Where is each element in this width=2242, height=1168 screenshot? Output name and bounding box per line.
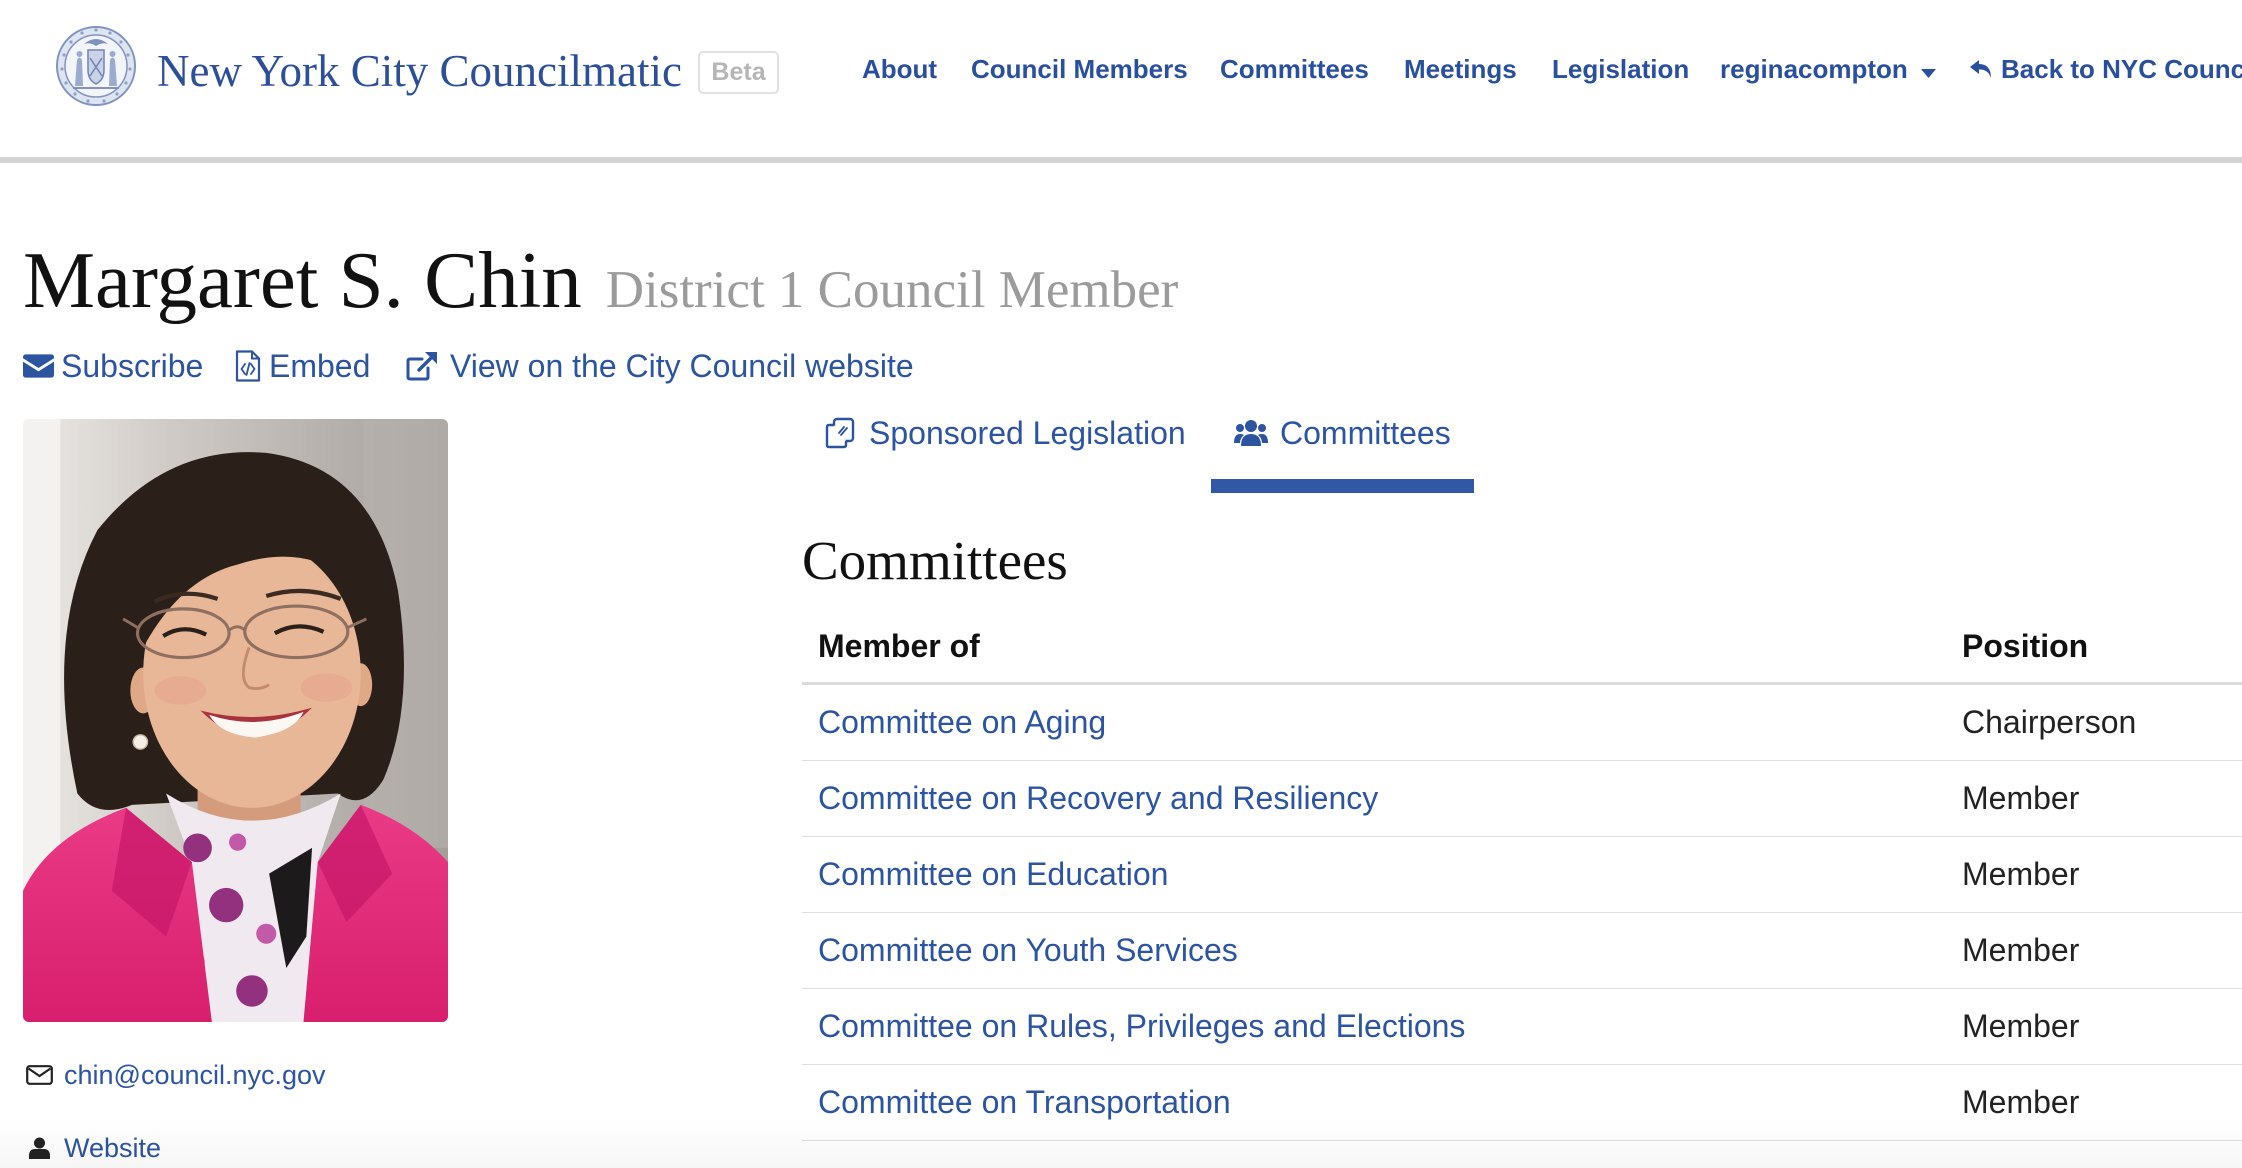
nav-user-name: reginacompton bbox=[1720, 54, 1908, 84]
copy-icon bbox=[825, 417, 855, 449]
active-tab-indicator bbox=[1211, 479, 1474, 493]
tab-sponsored-legislation-label: Sponsored Legislation bbox=[869, 414, 1186, 451]
member-email: chin@council.nyc.gov bbox=[64, 1059, 326, 1090]
table-header: Member of Position bbox=[802, 610, 2242, 685]
committee-position: Chairperson bbox=[1962, 704, 2137, 740]
nav-back-label: Back to NYC Counci bbox=[2001, 54, 2242, 84]
committee-link[interactable]: Committee on Recovery and Resiliency bbox=[818, 780, 1378, 816]
committee-position: Member bbox=[1962, 932, 2080, 968]
table-row: Committee on Youth Services Member bbox=[802, 913, 2242, 989]
committee-link[interactable]: Committee on Aging bbox=[818, 704, 1106, 740]
nav-meetings[interactable]: Meetings bbox=[1404, 49, 1517, 89]
member-role: District 1 Council Member bbox=[605, 261, 1179, 319]
table-row: Committee on Transportation Member bbox=[802, 1065, 2242, 1141]
external-link-icon bbox=[406, 351, 438, 381]
reply-icon bbox=[1969, 59, 1993, 79]
envelope-outline-icon bbox=[26, 1065, 53, 1085]
envelope-icon bbox=[23, 354, 54, 378]
committee-link[interactable]: Committee on Youth Services bbox=[818, 932, 1238, 968]
member-website-label: Website bbox=[64, 1132, 162, 1163]
table-row: Committee on Aging Chairperson bbox=[802, 685, 2242, 761]
nyc-seal-icon[interactable] bbox=[55, 22, 137, 108]
committee-position: Member bbox=[1962, 780, 2080, 816]
nav-council-members[interactable]: Council Members bbox=[971, 49, 1188, 89]
tab-committees-label: Committees bbox=[1280, 414, 1451, 451]
committee-position: Member bbox=[1962, 856, 2080, 892]
table-row: Committee on Education Member bbox=[802, 837, 2242, 913]
committee-link[interactable]: Committee on Rules, Privileges and Elect… bbox=[818, 1008, 1465, 1044]
subscribe-link[interactable]: Subscribe bbox=[23, 344, 203, 388]
file-code-icon bbox=[235, 350, 261, 382]
committee-link[interactable]: Committee on Education bbox=[818, 856, 1168, 892]
committees-heading: Committees bbox=[802, 530, 1068, 591]
user-icon bbox=[29, 1137, 50, 1159]
site-brand[interactable]: New York City Councilmatic bbox=[157, 41, 682, 101]
table-row: Committee on Recovery and Resiliency Mem… bbox=[802, 761, 2242, 837]
member-email-link[interactable]: chin@council.nyc.gov bbox=[26, 1057, 326, 1093]
beta-badge: Beta bbox=[698, 51, 779, 94]
users-icon bbox=[1234, 419, 1268, 447]
city-council-website-link[interactable]: View on the City Council website bbox=[406, 344, 914, 388]
committee-position: Member bbox=[1962, 1008, 2080, 1044]
member-title: Margaret S. Chin District 1 Council Membe… bbox=[23, 235, 1178, 325]
tab-committees[interactable]: Committees bbox=[1234, 411, 1451, 455]
nav-user-menu[interactable]: reginacompton bbox=[1720, 49, 1936, 89]
committee-link[interactable]: Committee on Transportation bbox=[818, 1084, 1231, 1120]
city-council-website-label: View on the City Council website bbox=[450, 347, 914, 384]
embed-label: Embed bbox=[269, 347, 371, 384]
committee-position: Member bbox=[1962, 1084, 2080, 1120]
column-header-position: Position bbox=[1962, 628, 2089, 664]
council-member-photo bbox=[23, 419, 448, 1022]
nav-about[interactable]: About bbox=[862, 49, 937, 89]
nav-legislation[interactable]: Legislation bbox=[1552, 49, 1689, 89]
tab-sponsored-legislation[interactable]: Sponsored Legislation bbox=[825, 411, 1186, 455]
column-header-member-of: Member of bbox=[818, 628, 980, 664]
member-website-link[interactable]: Website bbox=[29, 1130, 161, 1166]
header-divider bbox=[0, 157, 2242, 163]
committees-table: Member of Position Committee on Aging Ch… bbox=[802, 610, 2242, 1141]
embed-link[interactable]: Embed bbox=[235, 344, 370, 388]
nav-back-to-nyc-council[interactable]: Back to NYC Counci bbox=[1969, 49, 2242, 89]
nav-committees[interactable]: Committees bbox=[1220, 49, 1369, 89]
caret-down-icon bbox=[1920, 49, 1936, 89]
member-name: Margaret S. Chin bbox=[23, 235, 582, 325]
subscribe-label: Subscribe bbox=[61, 347, 204, 384]
table-row: Committee on Rules, Privileges and Elect… bbox=[802, 989, 2242, 1065]
